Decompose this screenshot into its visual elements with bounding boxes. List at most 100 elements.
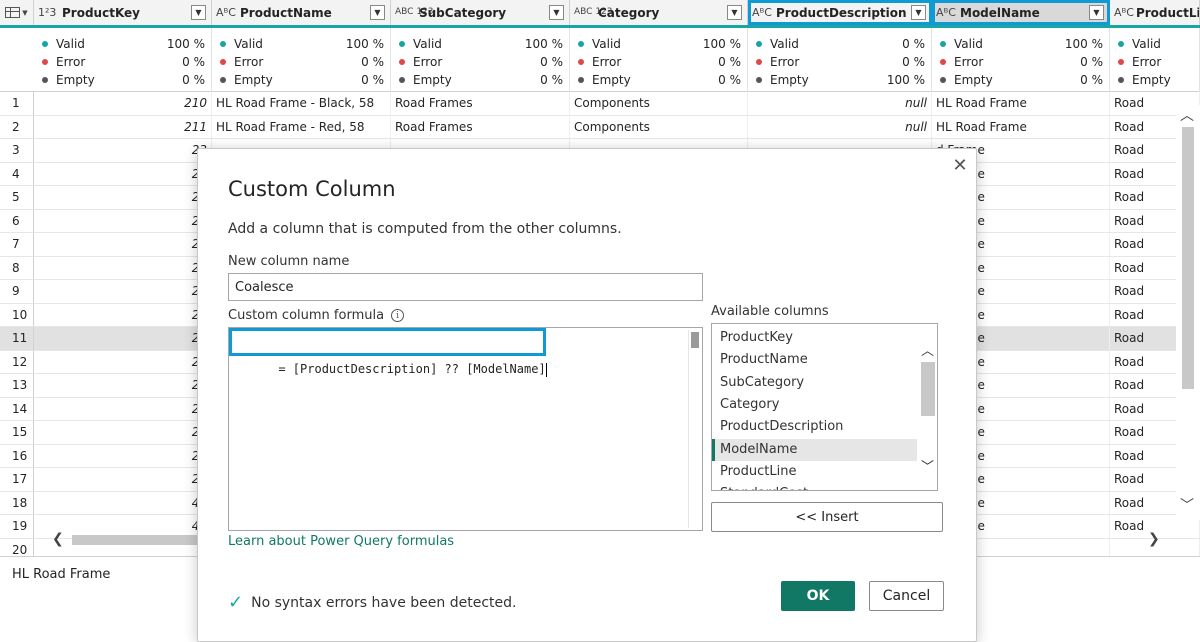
row-number[interactable]: 20 [0, 538, 34, 556]
row-number[interactable]: 15 [0, 421, 34, 444]
row-number[interactable]: 1 [0, 92, 34, 115]
row-number[interactable]: 4 [0, 162, 34, 185]
table-cell[interactable]: 24 [34, 233, 212, 256]
column-header-productname[interactable]: AᴮC ProductName ▼ [212, 0, 391, 25]
table-cell[interactable]: HL Road Frame - Black, 58 [212, 92, 391, 115]
type-icon[interactable]: AᴮC [1114, 7, 1134, 18]
table-cell[interactable]: 24 [34, 256, 212, 279]
row-number[interactable]: 13 [0, 374, 34, 397]
row-number[interactable]: 17 [0, 468, 34, 491]
column-header-category[interactable]: ABC 123 Category ▼ [570, 0, 748, 25]
column-name-input[interactable] [228, 273, 703, 301]
table-cell[interactable]: 211 [34, 115, 212, 138]
type-icon[interactable]: 1²3 [38, 7, 60, 18]
table-cell[interactable]: HL Road Frame [932, 92, 1110, 115]
available-column-item[interactable]: ProductLine [712, 461, 917, 483]
chevron-up-icon[interactable]: ︿ [921, 340, 934, 359]
column-header-productdescription[interactable]: AᴮC ProductDescription ▼ [748, 0, 932, 25]
table-cell[interactable]: 23 [34, 139, 212, 162]
chevron-down-icon[interactable]: ▼ [370, 5, 385, 20]
type-icon[interactable]: ABC 123 [574, 8, 613, 17]
row-number[interactable]: 11 [0, 327, 34, 350]
available-column-item[interactable]: ProductKey [712, 327, 917, 349]
row-number[interactable]: 18 [0, 491, 34, 514]
row-number[interactable]: 7 [0, 233, 34, 256]
table-menu-button[interactable]: ▼ [0, 0, 34, 25]
table-cell[interactable]: Road Frames [391, 92, 570, 115]
type-icon[interactable]: AᴮC [216, 7, 238, 18]
chevron-down-icon[interactable]: ▼ [549, 5, 564, 20]
table-cell[interactable]: Road Frames [391, 115, 570, 138]
row-number[interactable]: 14 [0, 397, 34, 420]
table-cell[interactable]: HL Road Frame - Red, 58 [212, 115, 391, 138]
column-header-modelname[interactable]: AᴮC ModelName ▼ [932, 0, 1110, 25]
available-column-item[interactable]: StandardCost [712, 483, 917, 490]
column-header-subcategory[interactable]: ABC 123 SubCategory ▼ [391, 0, 570, 25]
row-number[interactable]: 16 [0, 444, 34, 467]
chevron-right-icon[interactable]: ❯ [1148, 531, 1160, 547]
chevron-down-icon[interactable]: ▼ [191, 5, 206, 20]
row-number[interactable]: 10 [0, 303, 34, 326]
table-cell[interactable]: null [748, 92, 932, 115]
formula-text[interactable]: = [ProductDescription] ?? [ModelName] [229, 328, 547, 391]
table-cell[interactable]: 24 [34, 209, 212, 232]
table-cell[interactable]: Components [570, 92, 748, 115]
available-column-item[interactable]: Category [712, 394, 917, 416]
cancel-button[interactable]: Cancel [869, 581, 944, 611]
ok-button[interactable]: OK [781, 581, 855, 611]
chevron-left-icon[interactable]: ❮ [52, 531, 64, 547]
row-number[interactable]: 9 [0, 280, 34, 303]
scroll-thumb[interactable] [1182, 127, 1194, 389]
table-cell[interactable]: 24 [34, 280, 212, 303]
scroll-thumb[interactable] [921, 362, 935, 416]
table-row[interactable]: 2 211 HL Road Frame - Red, 58 Road Frames Co… [0, 115, 1200, 139]
available-column-item[interactable]: ProductName [712, 349, 917, 371]
available-column-item[interactable]: ModelName [712, 438, 917, 461]
table-cell[interactable]: 23 [34, 162, 212, 185]
table-cell[interactable]: 25 [34, 444, 212, 467]
chevron-down-icon[interactable]: ▼ [911, 5, 926, 20]
table-cell[interactable]: 24 [34, 397, 212, 420]
table-cell[interactable]: 25 [34, 421, 212, 444]
scroll-thumb[interactable] [691, 332, 699, 348]
table-cell[interactable]: 25 [34, 468, 212, 491]
table-cell[interactable]: 24 [34, 186, 212, 209]
table-cell[interactable]: null [748, 115, 932, 138]
list-scrollbar[interactable]: ︿ ﹀ [917, 324, 937, 490]
learn-formulas-link[interactable]: Learn about Power Query formulas [228, 534, 454, 549]
table-cell[interactable]: Components [570, 115, 748, 138]
row-number[interactable]: 6 [0, 209, 34, 232]
table-cell[interactable]: 24 [34, 374, 212, 397]
chevron-down-icon[interactable]: ▼ [1089, 5, 1104, 20]
row-number[interactable]: 2 [0, 115, 34, 138]
info-icon[interactable]: i [391, 309, 405, 322]
type-icon[interactable]: AᴮC [936, 7, 958, 18]
chevron-down-icon[interactable]: ﹀ [1180, 495, 1194, 515]
chevron-up-icon[interactable]: ︿ [1180, 105, 1194, 125]
row-number[interactable]: 5 [0, 186, 34, 209]
table-cell[interactable]: HL Road Frame [932, 115, 1110, 138]
table-cell[interactable]: 24 [34, 303, 212, 326]
insert-button[interactable]: << Insert [711, 502, 943, 532]
row-number[interactable]: 12 [0, 350, 34, 373]
column-header-productlin[interactable]: AᴮCProductLin [1110, 0, 1200, 25]
vertical-scrollbar[interactable]: ︿ ﹀ [1176, 105, 1200, 520]
table-cell[interactable]: 210 [34, 92, 212, 115]
row-number[interactable]: 8 [0, 256, 34, 279]
available-column-item[interactable]: ProductDescription [712, 416, 917, 438]
table-cell[interactable]: 43 [34, 491, 212, 514]
type-icon[interactable]: ABC 123 [395, 8, 434, 17]
available-column-item[interactable]: SubCategory [712, 372, 917, 394]
column-header-productkey[interactable]: 1²3 ProductKey ▼ [34, 0, 212, 25]
table-cell[interactable]: 24 [34, 327, 212, 350]
row-number[interactable]: 19 [0, 515, 34, 538]
close-icon[interactable]: ✕ [950, 155, 970, 176]
row-number[interactable]: 3 [0, 139, 34, 162]
chevron-down-icon[interactable]: ▼ [727, 5, 742, 20]
available-columns-list[interactable]: StandardCostProductLineModelNameProductD… [711, 323, 938, 491]
formula-editor[interactable]: = [ProductDescription] ?? [ModelName] [228, 327, 703, 531]
table-row[interactable]: 1 210 HL Road Frame - Black, 58 Road Frames… [0, 92, 1200, 116]
table-cell[interactable]: 24 [34, 350, 212, 373]
chevron-down-icon[interactable]: ﹀ [921, 456, 934, 475]
formula-scrollbar[interactable] [688, 330, 700, 528]
